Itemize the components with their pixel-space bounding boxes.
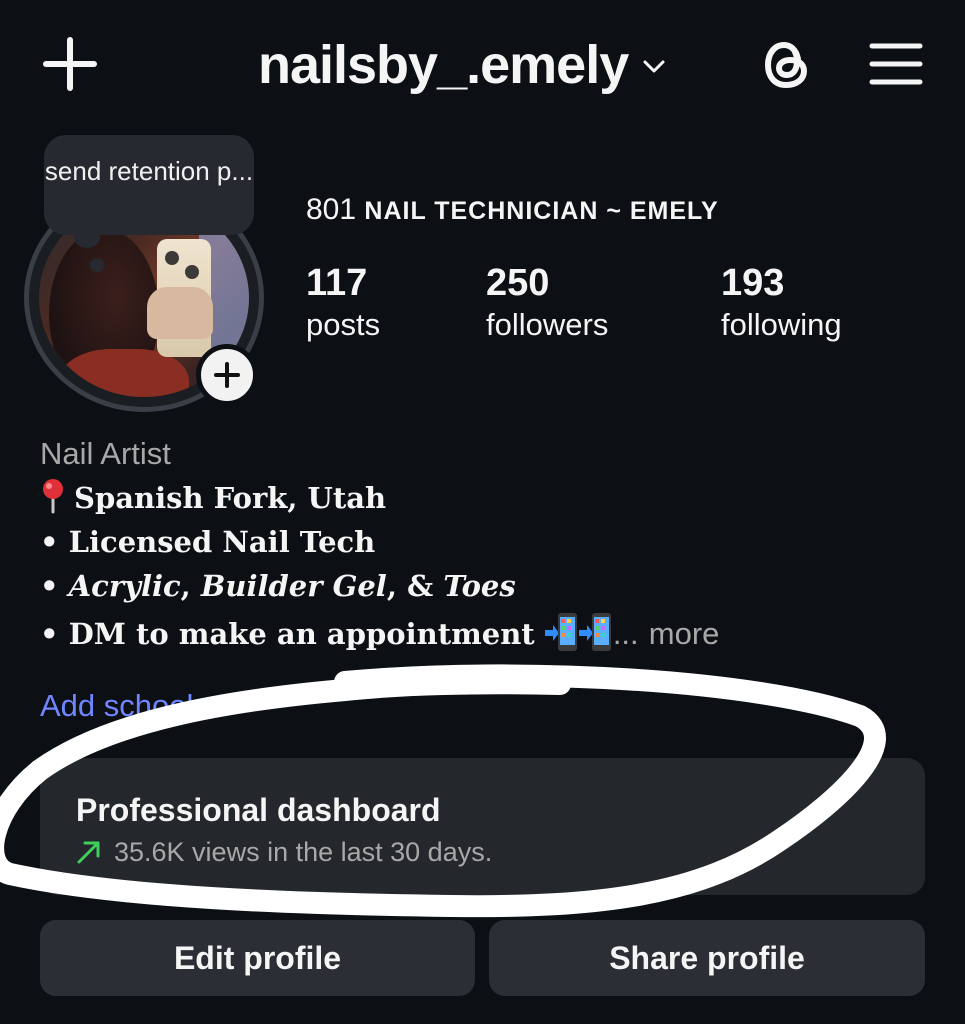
note-bubble[interactable]: send retention p... — [44, 135, 254, 235]
ellipsis: ... — [612, 616, 639, 651]
bio-line-3: • Acrylic, Builder Gel, & Toes — [40, 566, 516, 606]
trend-up-arrow-icon — [77, 841, 100, 864]
share-profile-button[interactable]: Share profile — [489, 920, 925, 996]
create-button[interactable] — [40, 34, 100, 94]
note-tail-dot — [90, 258, 104, 272]
username: nailsby_.emely — [258, 35, 629, 95]
bullet: • — [40, 569, 59, 603]
service-toes: Toes — [443, 569, 516, 603]
followers-count[interactable]: 250 followers — [486, 260, 608, 344]
service-builder-gel: Builder Gel — [200, 569, 387, 603]
bio-location: Spanish Fork, Utah — [40, 478, 386, 518]
note-text: send retention p... — [44, 156, 254, 186]
dashboard-subtitle: 35.6K views in the last 30 days. — [76, 834, 925, 870]
service-acrylic: Acrylic — [68, 569, 181, 603]
display-name: 801 NAIL TECHNICIAN ~ EMELY — [306, 190, 719, 231]
professional-dashboard[interactable]: Professional dashboard 35.6K views in th… — [40, 758, 925, 895]
appointment-text: • DM to make an appointment — [40, 617, 535, 651]
threads-button[interactable] — [760, 37, 814, 93]
stat-value: 117 — [306, 262, 368, 304]
incoming-phone-icon — [544, 613, 577, 651]
stat-label: posts — [306, 307, 381, 342]
name-rest: NAIL TECHNICIAN ~ EMELY — [364, 197, 719, 225]
plus-icon — [214, 362, 240, 388]
following-count[interactable]: 193 following — [721, 260, 842, 344]
add-school-link[interactable]: Add school — [40, 686, 193, 726]
stat-label: followers — [486, 307, 609, 342]
plus-icon — [43, 37, 97, 91]
incoming-phone-icon — [578, 613, 611, 651]
threads-icon — [764, 41, 808, 89]
chevron-down-icon — [643, 60, 665, 73]
bio-line-4: • DM to make an appointment ... more — [40, 612, 719, 654]
views-text: 35.6K views in the last 30 days. — [114, 837, 493, 867]
separator: , & — [386, 569, 434, 603]
edit-profile-button[interactable]: Edit profile — [40, 920, 475, 996]
pin-icon — [43, 479, 63, 514]
stat-value: 250 — [486, 262, 550, 304]
bio-line-2: • Licensed Nail Tech — [40, 525, 376, 559]
dashboard-title: Professional dashboard — [76, 792, 441, 828]
category-label: Nail Artist — [40, 436, 171, 471]
add-story-button[interactable] — [196, 344, 258, 406]
account-switcher[interactable]: nailsby_.emely — [258, 30, 666, 100]
stat-value: 193 — [721, 262, 785, 304]
stat-label: following — [721, 307, 842, 342]
posts-count[interactable]: 117 posts — [306, 260, 380, 344]
more-link[interactable]: more — [649, 616, 720, 651]
name-prefix: 801 — [306, 193, 357, 226]
menu-button[interactable] — [868, 42, 924, 86]
location-text: Spanish Fork, Utah — [74, 481, 387, 515]
separator: , — [180, 569, 191, 603]
hamburger-menu-icon — [869, 43, 923, 85]
